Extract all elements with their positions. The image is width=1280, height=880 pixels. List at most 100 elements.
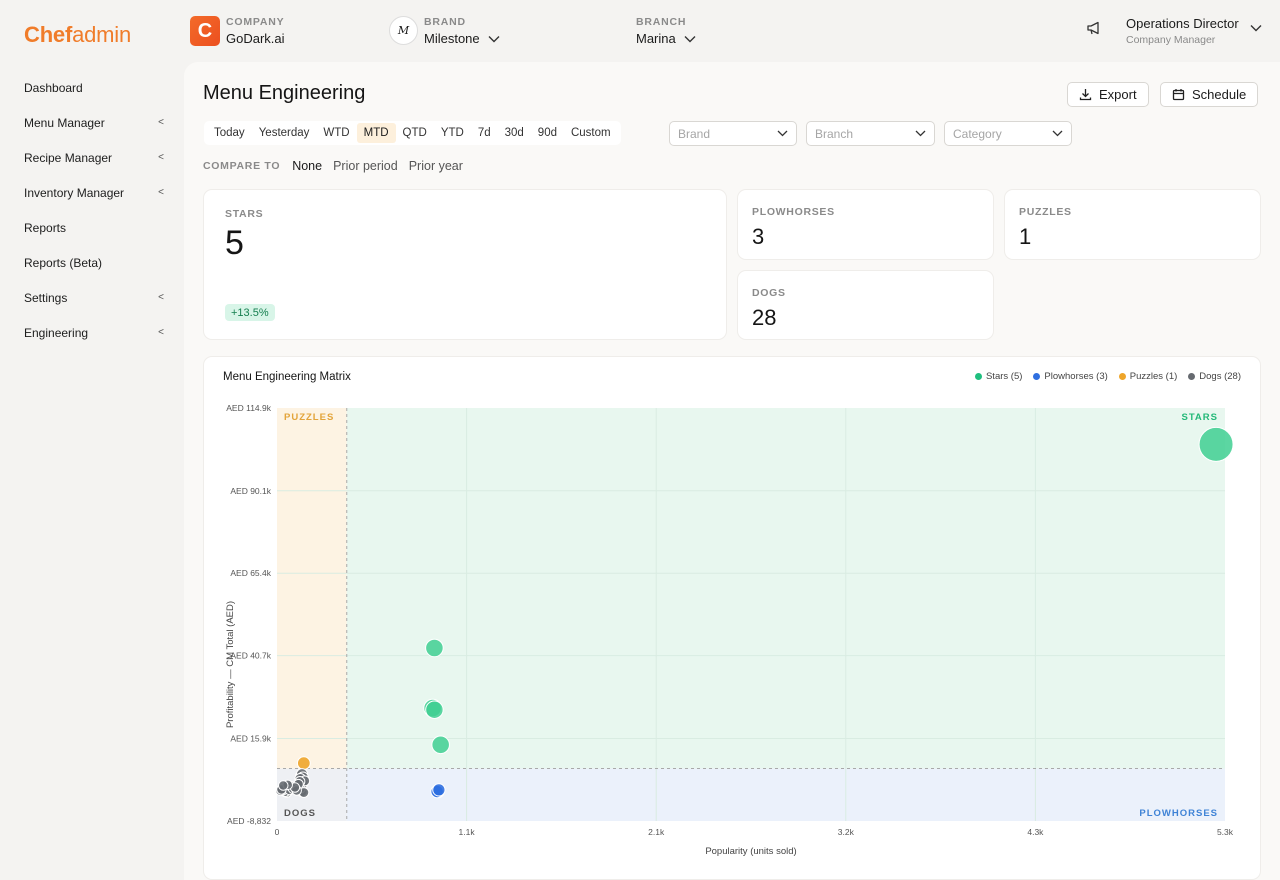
sidebar-item-label: Dashboard [24, 80, 83, 95]
stars-delta-badge: +13.5% [225, 304, 275, 321]
sidebar-item-label: Recipe Manager [24, 150, 113, 165]
data-point-plowhorses[interactable] [432, 783, 446, 797]
dogs-kpi-value: 28 [752, 305, 777, 330]
dogs-kpi-card: DOGS 28 [738, 271, 993, 339]
company-label: COMPANY [226, 16, 285, 28]
sidebar-item-label: Reports (Beta) [24, 255, 103, 270]
category-filter[interactable]: Category [944, 121, 1072, 146]
sidebar-item-recipe-manager[interactable]: Recipe Manager < [0, 140, 184, 175]
page-title: Menu Engineering [203, 82, 366, 104]
branch-filter[interactable]: Branch [806, 121, 935, 146]
sidebar-item-dashboard[interactable]: Dashboard [0, 70, 184, 105]
branch-label: BRANCH [636, 16, 687, 28]
sidebar-item-inventory-manager[interactable]: Inventory Manager < [0, 175, 184, 210]
user-name: Operations Director [1126, 16, 1239, 31]
range-option-custom[interactable]: Custom [564, 123, 618, 143]
plowhorses-quadrant-label: PLOWHORSES [1139, 808, 1218, 819]
chevron-down-icon [915, 130, 926, 137]
brand-filter[interactable]: Brand [669, 121, 797, 146]
compare-option-prior-year[interactable]: Prior year [409, 159, 463, 173]
user-chevron-down-icon[interactable] [1250, 24, 1262, 32]
x-tick-label: 4.3k [1027, 827, 1044, 837]
logo-part-chef: Chef [24, 22, 73, 47]
announcement-icon[interactable] [1086, 20, 1102, 36]
compare-option-prior-period[interactable]: Prior period [333, 159, 398, 173]
export-button[interactable]: Export [1067, 82, 1149, 107]
user-menu[interactable]: Operations Director Company Manager [1126, 16, 1239, 46]
data-point-stars[interactable] [425, 700, 444, 719]
company-logo: C [190, 16, 220, 46]
compare-to: COMPARE TO None Prior period Prior year [203, 159, 463, 173]
main-panel: Menu Engineering Export Schedule Today Ye… [184, 62, 1280, 880]
data-point-dogs[interactable] [278, 780, 289, 791]
data-point-puzzles[interactable] [296, 756, 311, 771]
compare-option-none[interactable]: None [292, 159, 322, 173]
chevron-left-icon: < [158, 152, 164, 163]
range-option-mtd[interactable]: MTD [356, 123, 396, 143]
range-option-wtd[interactable]: WTD [316, 123, 356, 143]
range-option-today[interactable]: Today [207, 123, 252, 143]
chevron-left-icon: < [158, 327, 164, 338]
data-point-stars[interactable] [425, 638, 444, 658]
brand-value: Milestone [424, 31, 480, 46]
company-value: GoDark.ai [226, 31, 285, 46]
category-filter-placeholder: Category [953, 126, 1002, 141]
brand-label: BRAND [424, 16, 466, 28]
sidebar-item-menu-manager[interactable]: Menu Manager < [0, 105, 184, 140]
stars-quadrant-label: STARS [1182, 412, 1219, 423]
y-axis-label: Profitability — CM Total (AED) [225, 601, 236, 728]
schedule-label: Schedule [1192, 87, 1247, 102]
y-tick-label: AED 90.1k [230, 486, 271, 496]
sidebar-item-label: Menu Manager [24, 115, 105, 130]
stars-kpi-label: STARS [225, 208, 264, 220]
chevron-down-icon [488, 35, 500, 42]
plowhorses-quadrant [346, 768, 1225, 821]
branch-filter-placeholder: Branch [815, 126, 854, 141]
dogs-quadrant-label: DOGS [284, 808, 316, 819]
sidebar-item-label: Engineering [24, 325, 89, 340]
top-bar: C COMPANY GoDark.ai M BRAND Milestone BR… [184, 0, 1280, 62]
sidebar-item-reports-beta[interactable]: Reports (Beta) [0, 245, 184, 280]
range-option-30d[interactable]: 30d [498, 123, 531, 143]
y-tick-label: AED 65.4k [230, 568, 271, 578]
brand-filter-placeholder: Brand [678, 126, 711, 141]
range-option-qtd[interactable]: QTD [396, 123, 434, 143]
schedule-button[interactable]: Schedule [1160, 82, 1259, 107]
range-option-yesterday[interactable]: Yesterday [252, 123, 317, 143]
x-tick-label: 2.1k [648, 827, 665, 837]
sidebar-item-label: Settings [24, 290, 68, 305]
stars-kpi-value: 5 [225, 224, 244, 262]
puzzles-kpi-label: PUZZLES [1019, 206, 1072, 218]
menu-engineering-matrix: Menu Engineering Matrix Stars (5) Plowhor… [204, 357, 1260, 879]
scatter-chart: 0 1.1k 2.1k 3.2k 4.3k 5.3k AED -8,832 AED 15.9k… [225, 403, 1234, 857]
company-selector[interactable]: COMPANY GoDark.ai [226, 16, 285, 46]
download-icon [1079, 89, 1092, 101]
chevron-down-icon [777, 130, 788, 137]
sidebar-item-settings[interactable]: Settings < [0, 280, 184, 315]
sidebar-item-reports[interactable]: Reports [0, 210, 184, 245]
chevron-left-icon: < [158, 292, 164, 303]
sidebar-item-engineering[interactable]: Engineering < [0, 315, 184, 350]
branch-selector[interactable]: BRANCH Marina [636, 16, 696, 46]
x-tick-label: 5.3k [1217, 827, 1234, 837]
range-option-7d[interactable]: 7d [471, 123, 498, 143]
calendar-icon [1172, 89, 1185, 101]
y-tick-label: AED 114.9k [226, 403, 271, 413]
data-point-stars[interactable] [1198, 426, 1234, 462]
stars-kpi-card: STARS 5 +13.5% [204, 190, 726, 339]
puzzles-quadrant-label: PUZZLES [284, 412, 334, 423]
puzzles-kpi-value: 1 [1019, 224, 1032, 249]
range-option-ytd[interactable]: YTD [434, 123, 471, 143]
chefadmin-logo[interactable]: Chefadmin [24, 22, 131, 48]
logo-part-admin: admin [72, 22, 132, 47]
data-point-stars[interactable] [431, 735, 450, 755]
range-option-90d[interactable]: 90d [531, 123, 564, 143]
x-axis-label: Popularity (units sold) [705, 846, 796, 857]
sidebar-item-label: Inventory Manager [24, 185, 125, 200]
y-tick-label: AED -8,832 [227, 816, 271, 826]
puzzles-kpi-card: PUZZLES 1 [1005, 190, 1260, 259]
stars-quadrant [346, 408, 1225, 769]
brand-selector[interactable]: BRAND Milestone [424, 16, 500, 46]
plowhorses-kpi-label: PLOWHORSES [752, 206, 835, 218]
dogs-kpi-label: DOGS [752, 287, 786, 299]
